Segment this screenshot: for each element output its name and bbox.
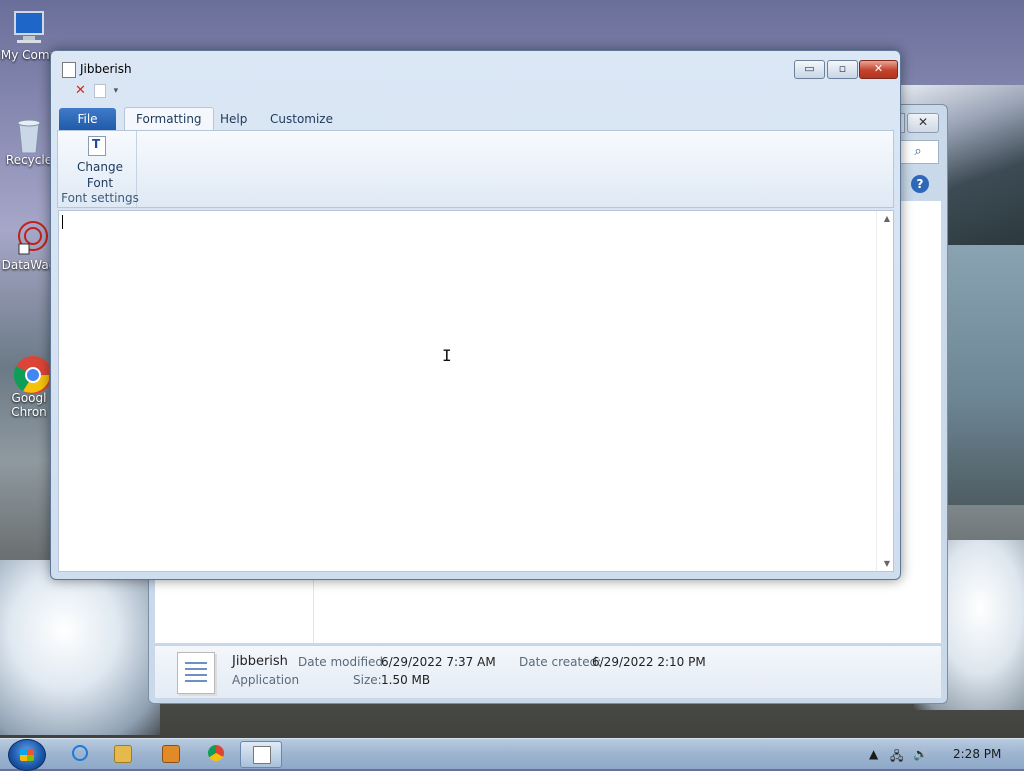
details-file-type: Application — [232, 673, 300, 687]
computer-icon — [9, 10, 49, 46]
change-font-button[interactable]: Change Font — [58, 131, 142, 191]
network-icon[interactable]: 🖧 — [890, 747, 903, 768]
size-value: 1.50 MB — [381, 673, 431, 687]
group-label: Font settings — [61, 191, 139, 205]
date-modified-label: Date modified: — [298, 655, 388, 669]
text-editor[interactable]: ▲ ▼ I — [58, 210, 894, 572]
tab-file[interactable]: File — [59, 108, 116, 130]
volume-icon[interactable]: 🔊 — [913, 747, 928, 761]
date-modified-value: 6/29/2022 7:37 AM — [381, 655, 496, 669]
maximize-button[interactable]: ▫ — [827, 60, 858, 79]
clock[interactable]: 2:28 PM — [953, 747, 1001, 761]
explorer-close-button[interactable]: ✕ — [907, 113, 939, 133]
taskbar-jibberish[interactable] — [240, 741, 282, 768]
application-file-icon — [177, 652, 215, 694]
change-font-label-line1: Change — [77, 160, 123, 174]
wallpaper-water — [944, 245, 1024, 505]
media-player-icon — [162, 745, 180, 763]
font-icon — [88, 136, 106, 156]
chrome-icon — [208, 745, 224, 761]
minimize-button[interactable]: ▭ — [794, 60, 825, 79]
show-hidden-icons-icon[interactable]: ▲ — [869, 747, 878, 761]
datawag-icon — [9, 220, 49, 256]
window-title: Jibberish — [80, 62, 132, 76]
quick-access-toolbar: ✕ ▾ — [75, 83, 122, 99]
close-button[interactable]: ✕ — [859, 60, 898, 79]
jibberish-window[interactable]: Jibberish ▭ ▫ ✕ ✕ ▾ File Formatting Help… — [50, 50, 901, 580]
explorer-nav-pane[interactable] — [155, 579, 314, 643]
tab-customize[interactable]: Customize — [259, 108, 344, 130]
delete-icon[interactable]: ✕ — [75, 83, 86, 98]
folder-icon — [114, 745, 132, 763]
taskbar-chrome[interactable] — [196, 741, 236, 766]
tab-formatting[interactable]: Formatting — [124, 107, 214, 130]
font-settings-group: Change Font Font settings — [58, 131, 139, 207]
chrome-icon — [9, 339, 52, 394]
vertical-scrollbar[interactable] — [876, 211, 893, 571]
help-icon[interactable]: ? — [911, 175, 929, 193]
text-caret — [62, 215, 63, 229]
date-created-label: Date created: — [519, 655, 602, 669]
change-font-label-line2: Font — [86, 176, 114, 190]
change-font-label: Change Font — [58, 159, 142, 191]
taskbar-internet-explorer[interactable] — [60, 741, 100, 766]
jibberish-app-icon — [253, 746, 271, 764]
start-button[interactable] — [8, 739, 46, 771]
ribbon: Change Font Font settings — [57, 130, 894, 208]
chevron-down-icon[interactable]: ▾ — [114, 86, 119, 96]
taskbar-media-player[interactable] — [150, 741, 190, 766]
wallpaper-ice — [0, 560, 160, 735]
new-document-icon[interactable] — [93, 83, 106, 98]
search-icon[interactable]: ⌕ — [897, 140, 939, 164]
ibeam-cursor-icon: I — [442, 346, 452, 365]
details-pane: Jibberish Application Date modified: 6/2… — [155, 645, 941, 698]
scroll-up-icon[interactable]: ▲ — [884, 214, 890, 223]
recycle-bin-icon — [9, 115, 49, 154]
date-created-value: 6/29/2022 2:10 PM — [592, 655, 706, 669]
scroll-down-icon[interactable]: ▼ — [884, 559, 890, 568]
app-icon[interactable] — [62, 62, 76, 78]
details-file-name: Jibberish — [232, 654, 288, 669]
size-label: Size: — [353, 673, 382, 687]
internet-explorer-icon — [72, 745, 88, 761]
tab-help[interactable]: Help — [209, 108, 258, 130]
taskbar-windows-explorer[interactable] — [102, 741, 142, 766]
